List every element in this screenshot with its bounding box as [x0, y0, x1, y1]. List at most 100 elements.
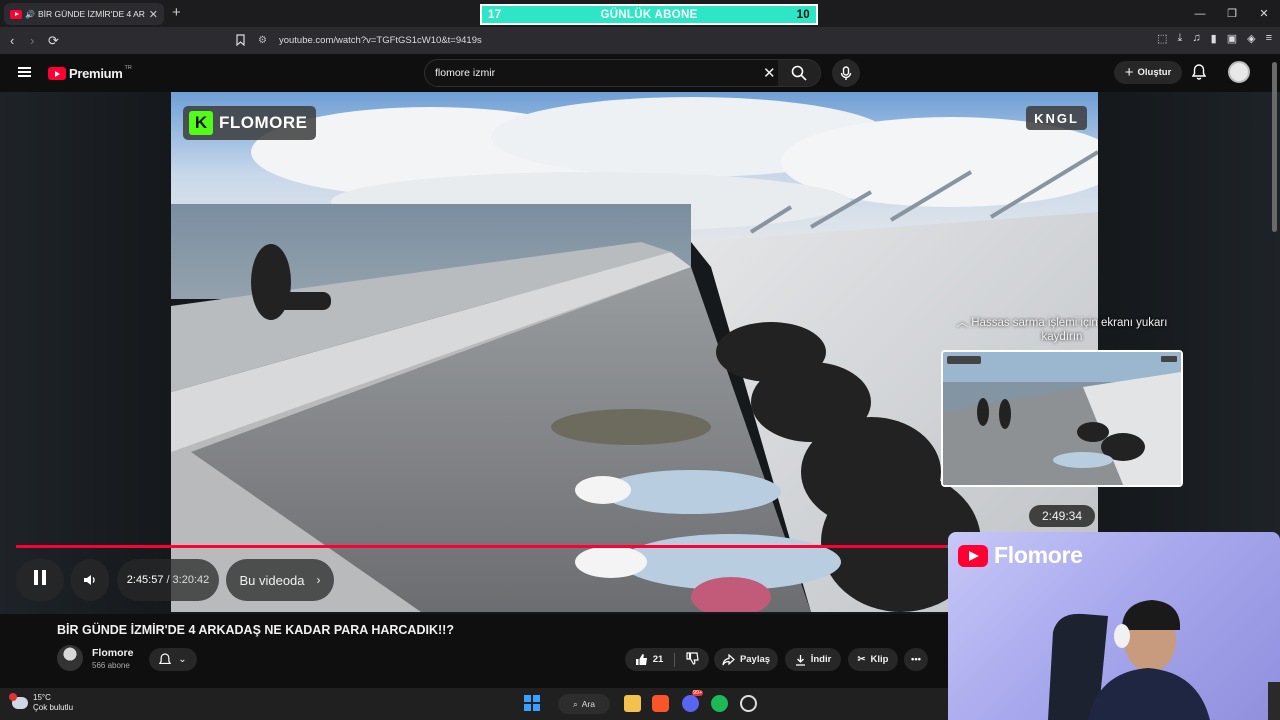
preview-scene [943, 352, 1181, 485]
screen: 🔊 BİR GÜNDE İZMİR'DE 4 ARKA ✕ + — ❐ ✕ 17… [0, 0, 1280, 720]
scissors-icon: ✂ [857, 654, 866, 665]
flomore-watermark: K FLOMORE [183, 106, 316, 140]
windows-start-icon[interactable] [524, 695, 541, 712]
youtube-favicon-icon [10, 9, 22, 19]
subscription-notifications-button[interactable]: ⌄ [149, 648, 197, 671]
pause-button[interactable] [16, 559, 64, 601]
bookmark-icon[interactable] [236, 34, 245, 49]
time-display: 2:45:57 / 3:20:42 [117, 559, 219, 601]
more-horizontal-icon: ••• [911, 654, 921, 665]
sidebar-icon[interactable]: ▮ [1211, 32, 1217, 45]
current-time: 2:45:57 [126, 574, 164, 586]
channel-name[interactable]: Flomore [92, 647, 133, 659]
media-icon[interactable]: ♫ [1192, 32, 1200, 45]
extensions-icon[interactable]: ⬚ [1157, 32, 1167, 45]
share-button[interactable]: Paylaş [714, 648, 778, 671]
maximize-button[interactable]: ❐ [1216, 7, 1248, 20]
forward-icon[interactable]: › [30, 33, 34, 48]
notifications-button[interactable] [1191, 64, 1207, 85]
back-icon[interactable]: ‹ [10, 33, 14, 48]
search-button[interactable] [778, 60, 820, 86]
page-scrollbar[interactable] [1272, 62, 1277, 232]
weather-text: 15°C Çok bulutlu [33, 693, 73, 713]
pause-icon [32, 570, 48, 590]
preview-time: 2:49:34 [1029, 505, 1095, 527]
youtube-header: Premium TR flomore izmir ✕ + Oluştur [0, 54, 1280, 92]
tab-title: BİR GÜNDE İZMİR'DE 4 ARKA [37, 9, 145, 19]
cloud-icon [9, 693, 28, 709]
steam-icon[interactable] [740, 695, 757, 712]
dislike-button[interactable] [686, 651, 699, 668]
microphone-icon [840, 65, 852, 80]
plus-icon: + [1124, 64, 1134, 81]
thumbs-down-icon [686, 651, 699, 665]
volume-button[interactable] [71, 559, 109, 601]
weather-widget[interactable]: 15°C Çok bulutlu [9, 693, 73, 713]
youtube-play-icon [48, 67, 66, 80]
volume-icon [84, 575, 95, 585]
clip-button[interactable]: ✂ Klip [848, 648, 898, 671]
spotify-icon[interactable] [711, 695, 728, 712]
window-controls: — ❐ ✕ [1184, 0, 1280, 27]
logo-region: TR [124, 64, 132, 71]
shield-icon[interactable]: ◈ [1247, 32, 1255, 45]
more-actions-button[interactable]: ••• [904, 648, 928, 671]
download-button[interactable]: İndir [785, 648, 841, 671]
downloads-icon[interactable]: ⤓ [1178, 32, 1183, 45]
chapter-label: Bu videoda [239, 572, 305, 588]
watermark-left-text: FLOMORE [219, 113, 308, 132]
download-icon [795, 654, 805, 666]
chapters-button[interactable]: Bu videoda › [226, 559, 334, 601]
speaker-icon[interactable]: 🔊 [25, 10, 35, 19]
thumbs-up-icon [635, 654, 647, 665]
daily-subscriber-bar: 17 GÜNLÜK ABONE 10 [480, 4, 818, 25]
windows-taskbar: 15°C Çok bulutlu ⌕ Ara 99+ [0, 688, 948, 720]
account-avatar[interactable] [1228, 61, 1250, 83]
channel-subscriber-count: 566 abone [92, 661, 130, 670]
subscriber-left-value: 17 [488, 8, 502, 21]
bell-icon [1191, 64, 1207, 80]
voice-search-button[interactable] [832, 59, 860, 87]
download-label: İndir [810, 654, 832, 665]
logo-text: Premium [69, 66, 123, 81]
close-window-button[interactable]: ✕ [1248, 7, 1280, 20]
share-label: Paylaş [739, 654, 771, 665]
time-separator: / [166, 574, 170, 586]
progress-fill [16, 545, 946, 548]
hamburger-menu-icon[interactable] [18, 67, 31, 77]
subscriber-right-value: 10 [796, 8, 810, 21]
minimize-button[interactable]: — [1184, 8, 1216, 20]
search-icon: ⌕ [573, 698, 578, 709]
tab-close-icon[interactable]: ✕ [149, 8, 158, 21]
channel-avatar[interactable] [57, 645, 83, 671]
clear-search-icon[interactable]: ✕ [763, 64, 776, 82]
url-field[interactable]: ⚙ youtube.com/watch?v=TGFtGS1cW10&t=9419… [258, 31, 978, 50]
browser-tab-youtube[interactable]: 🔊 BİR GÜNDE İZMİR'DE 4 ARKA ✕ [4, 3, 164, 25]
taskbar-search-button[interactable]: ⌕ Ara [558, 694, 610, 714]
kngl-watermark: KNGL [1026, 106, 1087, 130]
file-explorer-icon[interactable] [624, 695, 641, 712]
discord-icon[interactable]: 99+ [682, 690, 704, 712]
taskbar-search-label: Ara [581, 699, 595, 709]
subscriber-bar-title: GÜNLÜK ABONE [600, 8, 698, 21]
chevron-up-icon: ︿ [956, 317, 969, 329]
kick-logo-icon: K [189, 111, 213, 135]
reload-icon[interactable]: ⟳ [48, 33, 59, 49]
youtube-logo[interactable]: Premium TR [48, 64, 132, 81]
like-button[interactable]: 21 [635, 653, 664, 666]
browser-toolbar-icons: ⬚ ⤓ ♫ ▮ ▣ ◈ ≡ [1157, 32, 1272, 45]
address-bar: ‹ › ⟳ ⚙ youtube.com/watch?v=TGFtGS1cW10&… [0, 27, 1280, 54]
new-tab-button[interactable]: + [172, 4, 181, 21]
bell-icon [159, 652, 172, 664]
discord-badge: 99+ [692, 690, 704, 696]
brave-browser-icon[interactable] [652, 695, 669, 712]
like-count: 21 [652, 654, 664, 665]
webcam-overlay: Flomore [948, 532, 1280, 720]
wallet-icon[interactable]: ▣ [1227, 32, 1237, 45]
create-button[interactable]: + Oluştur [1114, 61, 1182, 84]
site-settings-icon[interactable]: ⚙ [258, 35, 267, 46]
search-input[interactable]: flomore izmir [435, 67, 495, 79]
url-text: youtube.com/watch?v=TGFtGS1cW10&t=9419s [278, 35, 482, 46]
video-title: BİR GÜNDE İZMİR'DE 4 ARKADAŞ NE KADAR PA… [57, 623, 454, 637]
menu-icon[interactable]: ≡ [1266, 32, 1272, 45]
